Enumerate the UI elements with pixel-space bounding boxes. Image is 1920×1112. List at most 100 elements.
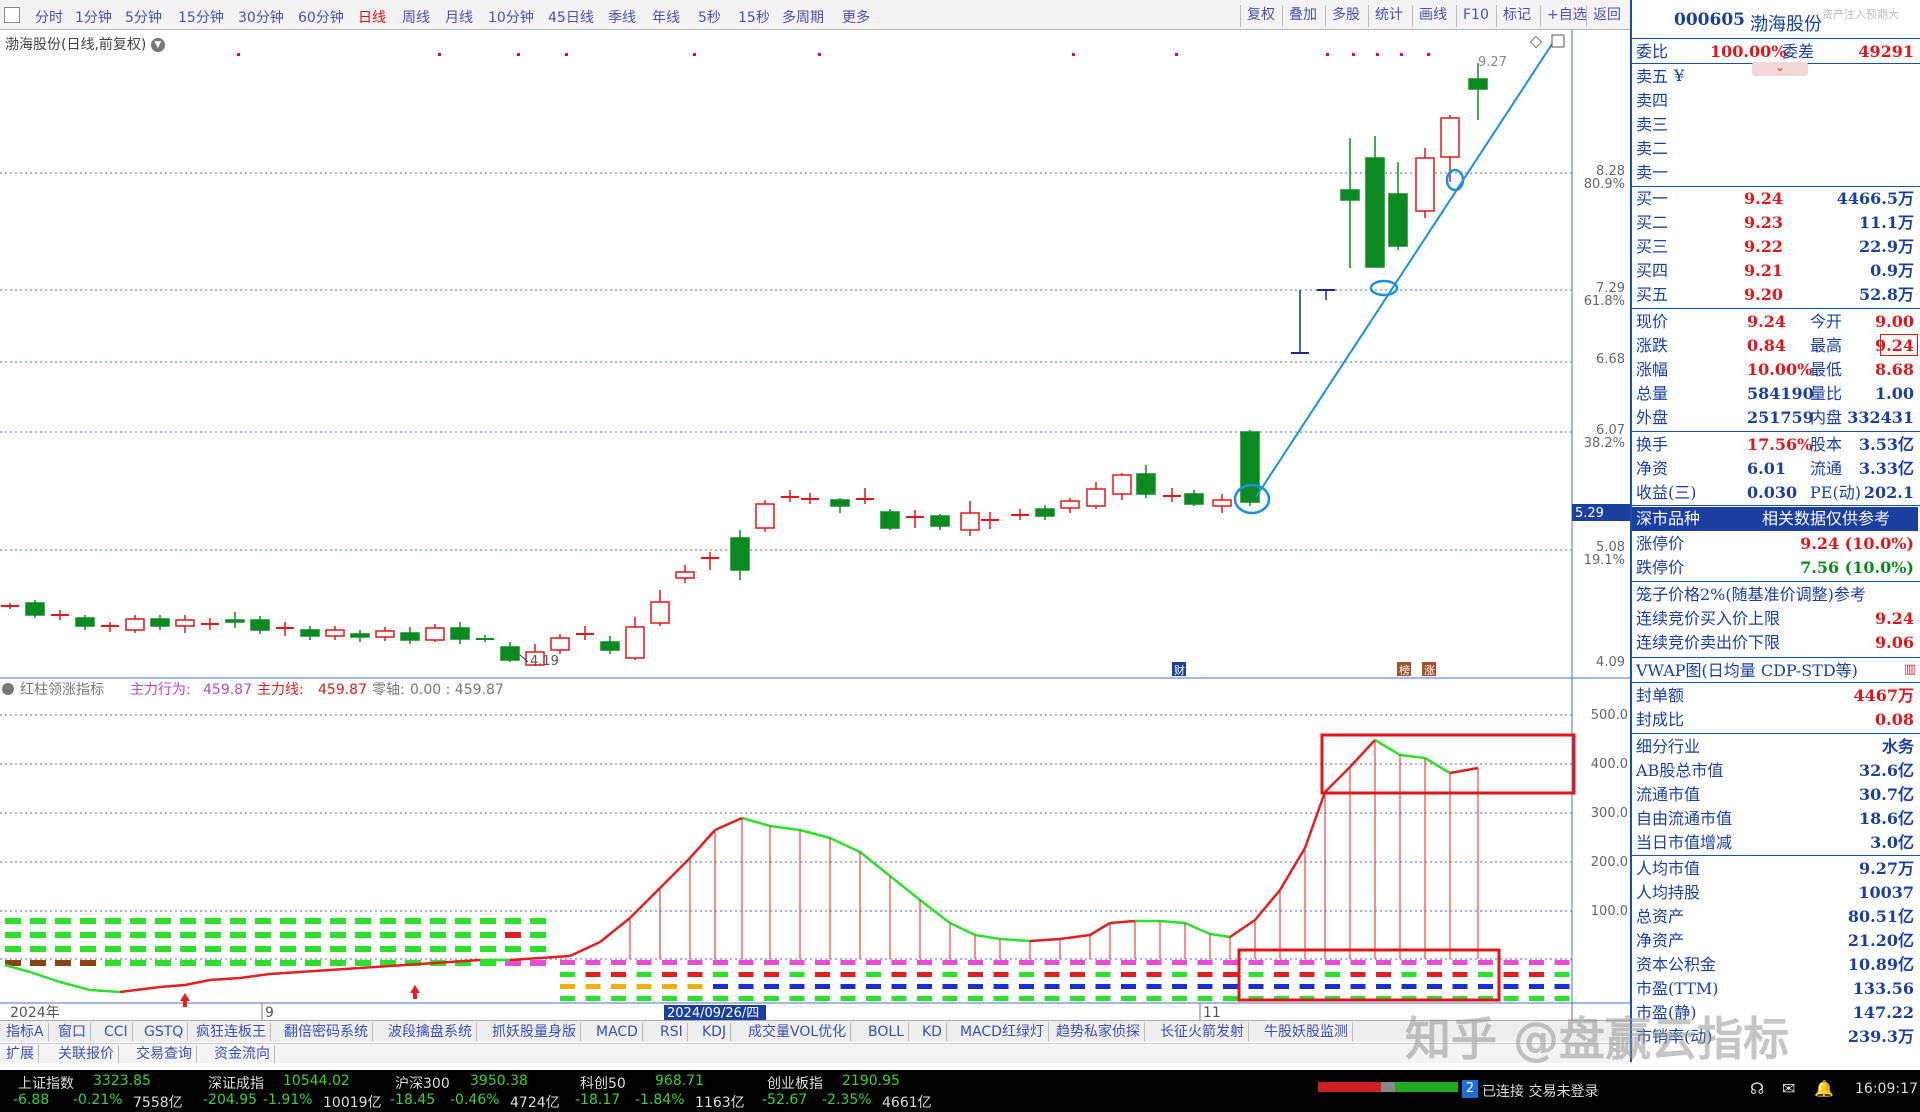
indicator-tab-9[interactable]: RSI [656,1023,688,1041]
arrow-up-icon [180,993,190,1007]
period-tab-2[interactable]: 5分钟 [125,7,162,27]
chart-icon[interactable]: ▥ [1904,662,1916,677]
indicator-tab-0[interactable]: 指标A [2,1023,49,1041]
signal-dot [1175,53,1178,56]
period-tab-0[interactable]: 分时 [35,7,63,27]
signal-dot [438,53,441,56]
quote-row: 现价 9.24 今开 9.00 [1632,310,1918,334]
period-tab-16[interactable]: 更多 [842,7,870,27]
extra-tab-1[interactable]: 关联报价 [54,1045,119,1063]
indicator-tab-16[interactable]: 长征火箭发射 [1156,1023,1249,1041]
period-tab-4[interactable]: 30分钟 [238,7,284,27]
expand-icon[interactable] [1551,34,1565,48]
period-tab-6[interactable]: 日线 [358,7,386,27]
quote-row: 换手 17.56% 股本 3.53亿 [1632,433,1918,457]
stock-tag: 资产注入预期大 [1822,8,1899,21]
period-tab-11[interactable]: 季线 [608,7,636,27]
seal-ratio-label: 封成比 [1636,710,1685,729]
indicator-tab-12[interactable]: BOLL [864,1023,909,1041]
stat-row: 细分行业 水务 [1632,735,1918,759]
stat-row: 自由流通市值 18.6亿 [1632,807,1918,831]
candle [981,512,999,529]
period-tab-8[interactable]: 月线 [445,7,473,27]
headset-icon[interactable]: ☊ [1750,1079,1764,1098]
stat-value: 9.27万 [1859,859,1914,878]
extra-tab-0[interactable]: 扩展 [2,1045,39,1063]
vwap-label: VWAP图(日均量 CDP-STD等) [1636,661,1858,680]
index-name: 科创50 [580,1076,626,1092]
index-quote[interactable]: 科创50 968.71 -18.17 -1.84% 1163亿 [575,1070,765,1112]
signal-dot [1400,53,1403,56]
indicator-tab-11[interactable]: 成交量VOL优化 [744,1023,852,1041]
candle [675,565,695,583]
indicator-tab-4[interactable]: 疯狂连板王 [192,1023,271,1041]
index-quote[interactable]: 创业板指 2190.95 -52.67 -2.35% 4661亿 [762,1070,952,1112]
toolbar-button-4[interactable]: 画线 [1412,5,1453,27]
toolbar-button-6[interactable]: 标记 [1496,5,1537,27]
period-tab-7[interactable]: 周线 [402,7,430,27]
indicator-tab-6[interactable]: 波段擒盘系统 [384,1023,477,1041]
diamond-icon[interactable] [1529,35,1543,49]
period-tab-9[interactable]: 10分钟 [488,7,534,27]
indicator-tab-1[interactable]: 窗口 [54,1023,91,1041]
indicator-tab-5[interactable]: 翻倍密码系统 [280,1023,373,1041]
indicator-tab-10[interactable]: KDJ [698,1023,732,1041]
toolbar-button-7[interactable]: +自选 [1540,5,1593,27]
candle [201,618,219,630]
candle [906,510,924,528]
candle [125,615,145,633]
quote-value: 10.00% [1747,360,1813,379]
cage-title-row: 笼子价格2%(随基准价调整)参考 [1632,583,1918,607]
toolbar-button-1[interactable]: 叠加 [1282,5,1323,27]
indicator-tab-17[interactable]: 牛股妖股监测 [1260,1023,1353,1041]
period-tab-13[interactable]: 5秒 [698,7,721,27]
candle [1163,488,1181,502]
index-amount: 4661亿 [882,1095,932,1111]
cage-sell-row: 连续竞价卖出价下限 9.06 [1632,631,1918,655]
indicator-tab-14[interactable]: MACD红绿灯 [956,1023,1049,1041]
period-tab-12[interactable]: 年线 [652,7,680,27]
period-tab-10[interactable]: 45日线 [548,7,594,27]
megaphone-icon[interactable]: ✉ [1782,1079,1795,1098]
candle [1184,490,1204,506]
connection-status[interactable]: 已连接 交易未登录 [1482,1081,1598,1101]
pct-tick-label: 61.8% [1584,294,1625,309]
indicator-tab-13[interactable]: KD [918,1023,947,1041]
lock-icon[interactable] [4,7,20,23]
bell-icon[interactable]: 🔔 [1814,1079,1834,1098]
stat-value: 239.3万 [1847,1027,1914,1046]
period-tab-5[interactable]: 60分钟 [298,7,344,27]
index-change: -18.17 [575,1092,621,1108]
toolbar-button-8[interactable]: 返回 [1586,5,1627,27]
index-quote[interactable]: 深证成指 10544.02 -204.95 -1.91% 10019亿 [203,1070,393,1112]
toolbar-button-0[interactable]: 复权 [1240,5,1281,27]
period-tab-3[interactable]: 15分钟 [178,7,224,27]
extra-tab-3[interactable]: 资金流向 [210,1045,275,1063]
index-name: 创业板指 [767,1076,823,1092]
toolbar-button-3[interactable]: 统计 [1368,5,1409,27]
period-tab-14[interactable]: 15秒 [738,7,770,27]
toolbar-button-5[interactable]: F10 [1456,5,1495,27]
indicator-tab-15[interactable]: 趋势私家侦探 [1052,1023,1145,1041]
clock-time: 16:09:17 [1855,1081,1918,1097]
buy-level-price: 9.22 [1744,237,1783,256]
cage-sell-label: 连续竞价卖出价下限 [1636,633,1781,652]
index-quote[interactable]: 上证指数 3323.85 -6.88 -0.21% 7558亿 [13,1070,203,1112]
indicator-tab-2[interactable]: CCI [100,1023,133,1041]
quote-label: 股本 [1810,435,1843,454]
extra-tab-2[interactable]: 交易查询 [132,1045,197,1063]
index-quote[interactable]: 沪深300 3950.38 -18.45 -0.46% 4724亿 [390,1070,580,1112]
limit-up-value: 9.24 (10.0%) [1800,534,1914,553]
chart-area[interactable]: 8.2880.9%7.2961.8%6.686.0738.2%5.0819.1%… [0,30,1630,1020]
stat-value: 10.89亿 [1847,955,1914,974]
indicator-tab-8[interactable]: MACD [592,1023,643,1041]
indicator-tab-7[interactable]: 抓妖股量身版 [488,1023,581,1041]
toolbar-button-2[interactable]: 多股 [1325,5,1366,27]
panel-separator [1632,505,1920,506]
indicator-menu-icon[interactable] [2,683,14,695]
indicator-tab-3[interactable]: GSTQ [140,1023,189,1041]
period-tab-1[interactable]: 1分钟 [75,7,112,27]
candle [300,626,320,640]
period-tab-15[interactable]: 多周期 [782,7,824,27]
candle [1136,465,1156,498]
